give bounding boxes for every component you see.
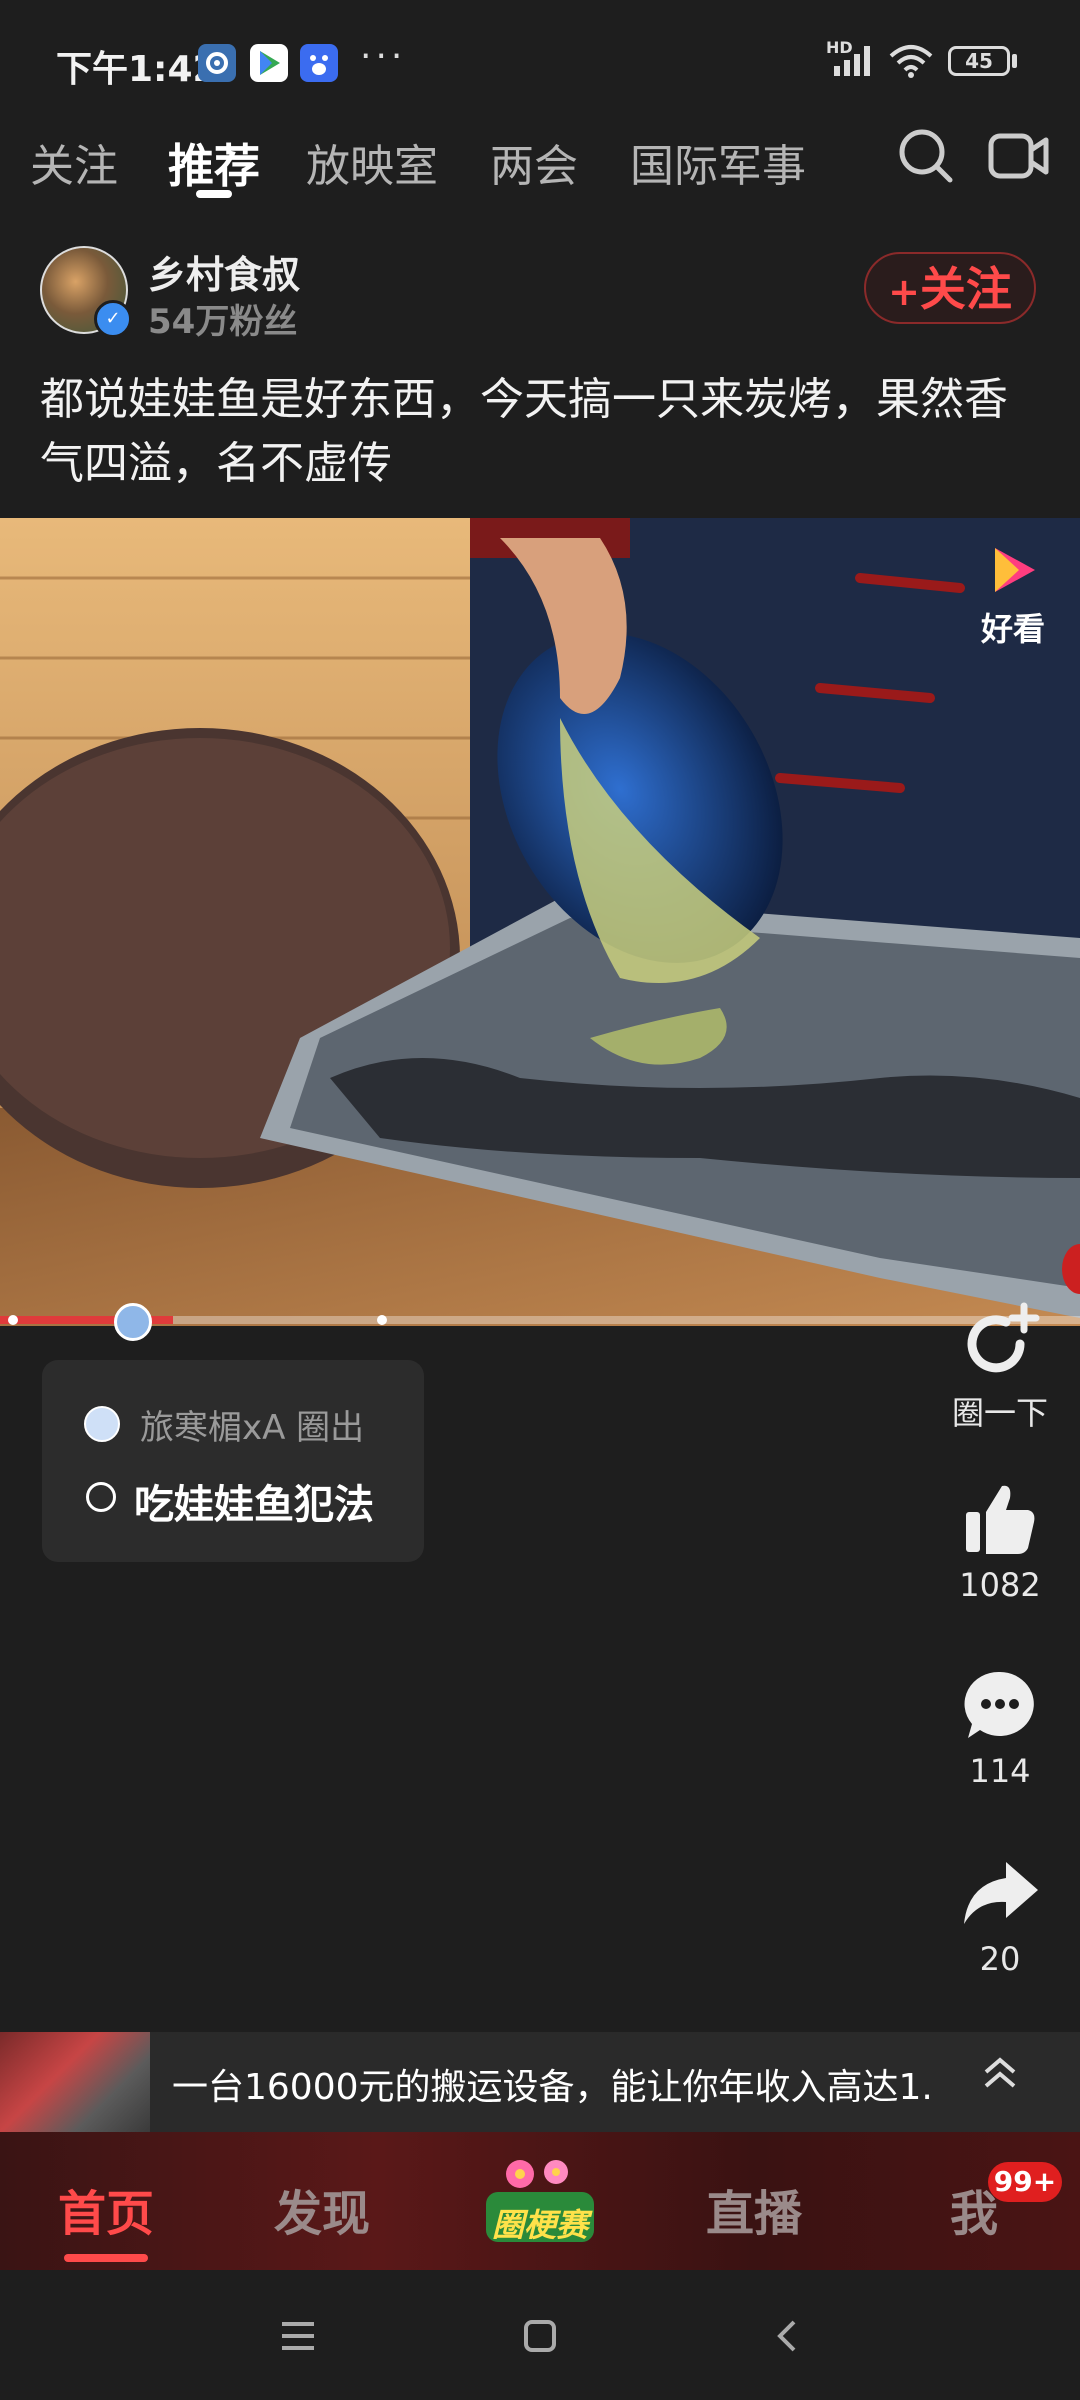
- tab-home[interactable]: 首页: [58, 2174, 154, 2244]
- notification-badge: 99+: [988, 2162, 1062, 2202]
- ad-text[interactable]: 一台16000元的搬运设备，能让你年收入高达1...: [172, 2058, 932, 2110]
- play-store-icon: [250, 44, 288, 82]
- thumbs-up-icon: [966, 1485, 1035, 1554]
- circle-ring-icon: [86, 1482, 116, 1512]
- settings-app-icon: [198, 44, 236, 82]
- like-action[interactable]: 1082: [940, 1478, 1060, 1604]
- tab-active-indicator: [196, 190, 232, 198]
- share-action[interactable]: 20: [940, 1852, 1060, 1978]
- user-avatar-icon: [84, 1406, 120, 1442]
- search-icon[interactable]: [896, 126, 956, 190]
- tab-military[interactable]: 国际军事: [630, 130, 806, 194]
- follow-plus-icon: +: [888, 270, 920, 314]
- author-fans: 54万粉丝: [148, 302, 298, 342]
- tab-theater[interactable]: 放映室: [306, 130, 438, 194]
- home-tab-indicator: [64, 2254, 148, 2262]
- progress-marker: [8, 1315, 18, 1325]
- circle-action-label: 圈一下: [951, 1394, 1048, 1432]
- status-time: 下午1:42: [56, 49, 218, 90]
- follow-button[interactable]: +关注: [864, 252, 1036, 324]
- meme-contest-label: 圈梗赛: [491, 2206, 588, 2244]
- tab-discover[interactable]: 发现: [274, 2174, 370, 2244]
- battery-level: 45: [965, 49, 993, 73]
- signal-hd-label: HD: [826, 38, 853, 57]
- circle-user: 旅寒楣xA 圈出: [140, 1408, 365, 1448]
- wifi-icon: [888, 44, 934, 82]
- video-camera-icon[interactable]: [988, 130, 1050, 186]
- author-name[interactable]: 乡村食叔: [148, 244, 300, 299]
- haokan-watermark: 好看: [968, 540, 1058, 660]
- circle-topic[interactable]: 吃娃娃鱼犯法: [134, 1472, 374, 1530]
- share-count: 20: [979, 1940, 1021, 1978]
- progress-thumb[interactable]: [114, 1303, 152, 1341]
- comment-action[interactable]: 114: [940, 1664, 1060, 1790]
- signal-icon: HD: [826, 38, 876, 82]
- haokan-label: 好看: [980, 610, 1045, 648]
- share-arrow-icon: [964, 1862, 1038, 1924]
- battery-tip: [1012, 54, 1017, 68]
- ad-thumbnail[interactable]: [0, 2032, 150, 2132]
- progress-marker: [377, 1315, 387, 1325]
- circle-action[interactable]: 圈一下: [940, 1300, 1060, 1434]
- back-icon[interactable]: [768, 2316, 808, 2360]
- post-title: 都说娃娃鱼是好东西，今天搞一只来炭烤，果然香气四溢，名不虚传: [40, 374, 1008, 489]
- meme-contest-logo[interactable]: 圈梗赛: [478, 2156, 602, 2252]
- haokan-logo-icon: [995, 548, 1035, 592]
- comment-bubble-icon: [964, 1671, 1034, 1738]
- menu-icon[interactable]: [278, 2316, 318, 2360]
- tab-two-sessions[interactable]: 两会: [490, 130, 578, 194]
- battery-icon: 45: [948, 46, 1010, 76]
- circle-refresh-icon: [967, 1302, 1040, 1373]
- circle-comment-card[interactable]: [42, 1360, 424, 1562]
- verified-badge-icon: ✓: [94, 300, 132, 338]
- expand-up-icon[interactable]: [980, 2052, 1020, 2102]
- comment-count: 114: [969, 1752, 1031, 1790]
- follow-label: 关注: [919, 262, 1012, 316]
- tab-follow[interactable]: 关注: [30, 130, 118, 194]
- like-count: 1082: [959, 1566, 1041, 1604]
- more-notifications-icon: ···: [360, 36, 407, 77]
- home-square-icon[interactable]: [520, 2316, 560, 2360]
- tab-live[interactable]: 直播: [706, 2174, 802, 2244]
- video-player[interactable]: [0, 518, 1080, 1326]
- baidu-app-icon: [300, 44, 338, 82]
- tab-recommend[interactable]: 推荐: [168, 130, 260, 196]
